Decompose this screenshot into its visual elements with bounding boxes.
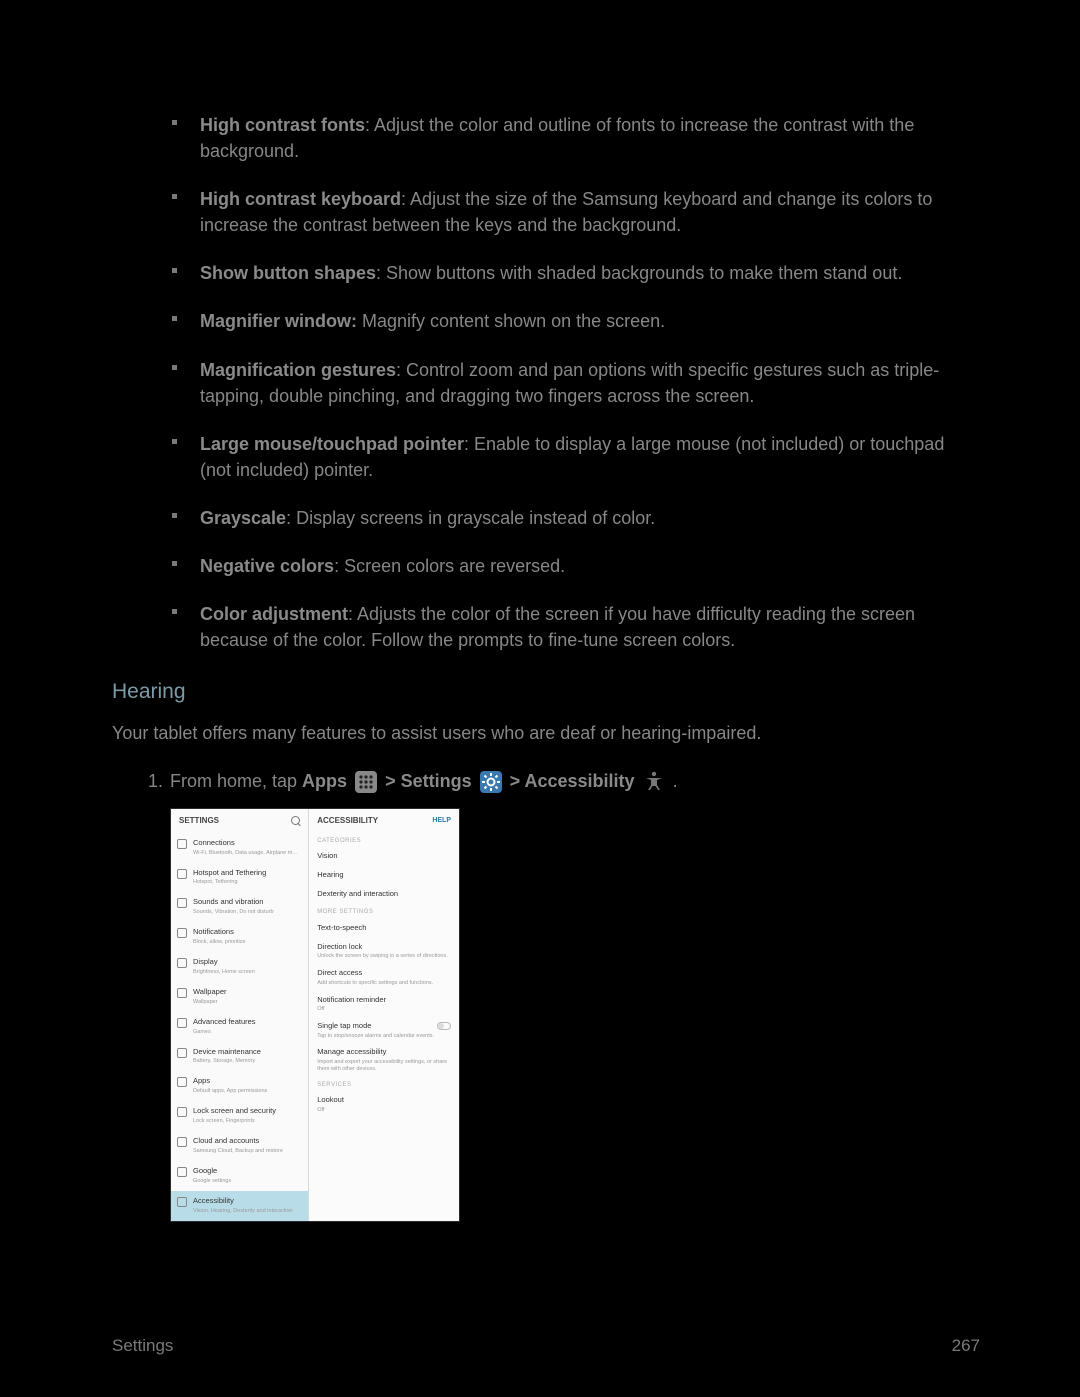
step-1: From home, tap Apps > Settings > Accessi… [148,768,980,794]
ss-settings-item: Sounds and vibrationSounds, Vibration, D… [171,892,308,922]
toggle-icon [437,1022,451,1030]
settings-icon [479,770,503,794]
ss-settings-item: Cloud and accountsSamsung Cloud, Backup … [171,1131,308,1161]
ss-accessibility-item: Direction lockUnlock the screen by swipi… [309,938,459,964]
help-link: HELP [432,816,451,826]
search-icon [291,816,300,825]
ss-settings-item: Hotspot and TetheringHotspot, Tethering [171,863,308,893]
option-large-pointer: Large mouse/touchpad pointer: Enable to … [172,431,980,483]
ss-settings-item: Lock screen and securityLock screen, Fin… [171,1101,308,1131]
ss-categories-label: CATEGORIES [309,833,459,848]
ss-settings-item: WallpaperWallpaper [171,982,308,1012]
ss-accessibility-item: Direct accessAdd shortcuts to specific s… [309,964,459,990]
ss-settings-item: ConnectionsWi-Fi, Bluetooth, Data usage,… [171,833,308,863]
ss-services-label: SERVICES [309,1077,459,1092]
ss-accessibility-item: Manage accessibilityImport and export yo… [309,1043,459,1076]
ss-settings-item: Device maintenanceBattery, Storage, Memo… [171,1042,308,1072]
ss-title-settings: SETTINGS [179,815,219,827]
option-show-button-shapes: Show button shapes: Show buttons with sh… [172,260,980,286]
option-color-adjustment: Color adjustment: Adjusts the color of t… [172,601,980,653]
ss-accessibility-item: Vision [309,847,459,866]
ss-settings-item: Advanced featuresGames [171,1012,308,1042]
accessibility-icon [642,770,666,794]
ss-accessibility-item: Hearing [309,866,459,885]
option-high-contrast-fonts: High contrast fonts: Adjust the color an… [172,112,980,164]
ss-accessibility-item: Dexterity and interaction [309,885,459,904]
option-magnifier-window: Magnifier window: Magnify content shown … [172,308,980,334]
ss-more-settings-label: MORE SETTINGS [309,904,459,919]
option-magnification-gestures: Magnification gestures: Control zoom and… [172,357,980,409]
ss-settings-item: AccessibilityVision, Hearing, Dexterity … [171,1191,308,1221]
ss-settings-item: DisplayBrightness, Home screen [171,952,308,982]
settings-screenshot: SETTINGS ConnectionsWi-Fi, Bluetooth, Da… [170,808,460,1222]
ss-accessibility-item: Single tap modeTap to stop/snooze alarms… [309,1017,459,1043]
apps-icon [354,770,378,794]
vision-options-list: High contrast fonts: Adjust the color an… [112,112,980,653]
ss-settings-item: GoogleGoogle settings [171,1161,308,1191]
ss-accessibility-item: LookoutOff [309,1091,459,1117]
step-list: From home, tap Apps > Settings > Accessi… [112,768,980,794]
ss-accessibility-item: Notification reminderOff [309,991,459,1017]
footer-section: Settings [112,1334,173,1359]
option-high-contrast-keyboard: High contrast keyboard: Adjust the size … [172,186,980,238]
option-negative-colors: Negative colors: Screen colors are rever… [172,553,980,579]
footer-page-number: 267 [952,1334,980,1359]
page-footer: Settings 267 [112,1334,980,1359]
ss-settings-item: AppsDefault apps, App permissions [171,1071,308,1101]
hearing-description: Your tablet offers many features to assi… [112,720,980,746]
option-grayscale: Grayscale: Display screens in grayscale … [172,505,980,531]
heading-hearing: Hearing [112,677,980,707]
ss-settings-item: NotificationsBlock, allow, prioritize [171,922,308,952]
ss-title-accessibility: ACCESSIBILITY [317,815,378,827]
ss-accessibility-item: Text-to-speech [309,919,459,938]
